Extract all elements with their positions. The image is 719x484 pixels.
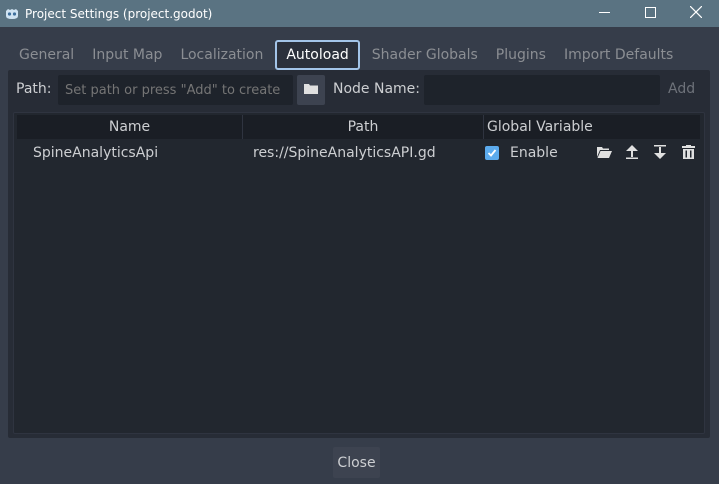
settings-tabs: General Input Map Localization Autoload … [10,40,682,70]
path-row: Path: Node Name: Add [8,75,710,105]
maximize-icon [644,6,656,22]
autoload-name[interactable]: SpineAnalyticsApi [33,145,158,161]
column-header-global-variable[interactable]: Global Variable [484,115,700,139]
add-button[interactable]: Add [668,81,695,97]
minimize-icon [598,6,610,22]
move-up-icon [626,145,638,163]
node-name-label: Node Name: [333,81,421,97]
minimize-button[interactable] [581,0,627,27]
tab-autoload[interactable]: Autoload [275,40,360,70]
tab-localization[interactable]: Localization [171,40,272,70]
table-header: Name Path Global Variable [17,115,700,139]
move-down-icon [654,145,666,163]
delete-button[interactable] [678,144,698,164]
path-input[interactable] [58,75,293,105]
autoload-panel: Path: Node Name: Add Name Path Global Va… [8,70,710,438]
title-bar[interactable]: Project Settings (project.godot) [0,0,719,27]
table-row[interactable]: SpineAnalyticsApi res://SpineAnalyticsAP… [17,141,700,167]
move-down-button[interactable] [650,144,670,164]
tab-shader-globals[interactable]: Shader Globals [363,40,487,70]
enable-label[interactable]: Enable [510,145,558,161]
autoload-path[interactable]: res://SpineAnalyticsAPI.gd [253,145,436,161]
tab-general[interactable]: General [10,40,83,70]
close-icon [689,5,703,22]
folder-icon [304,82,318,98]
column-header-path[interactable]: Path [243,115,484,139]
maximize-button[interactable] [627,0,673,27]
enable-checkbox[interactable] [485,146,499,160]
close-window-button[interactable] [673,0,719,27]
open-folder-icon [596,146,612,162]
tab-input-map[interactable]: Input Map [83,40,171,70]
open-folder-button[interactable] [594,144,614,164]
close-button[interactable]: Close [333,447,380,478]
tab-plugins[interactable]: Plugins [487,40,555,70]
path-label: Path: [16,81,52,97]
godot-icon [4,6,20,22]
window-title: Project Settings (project.godot) [25,6,213,21]
delete-icon [681,145,695,163]
browse-folder-button[interactable] [297,75,325,105]
column-header-name[interactable]: Name [17,115,243,139]
tab-import-defaults[interactable]: Import Defaults [555,40,682,70]
move-up-button[interactable] [622,144,642,164]
node-name-input[interactable] [424,75,660,105]
autoload-table: Name Path Global Variable SpineAnalytics… [13,112,705,434]
